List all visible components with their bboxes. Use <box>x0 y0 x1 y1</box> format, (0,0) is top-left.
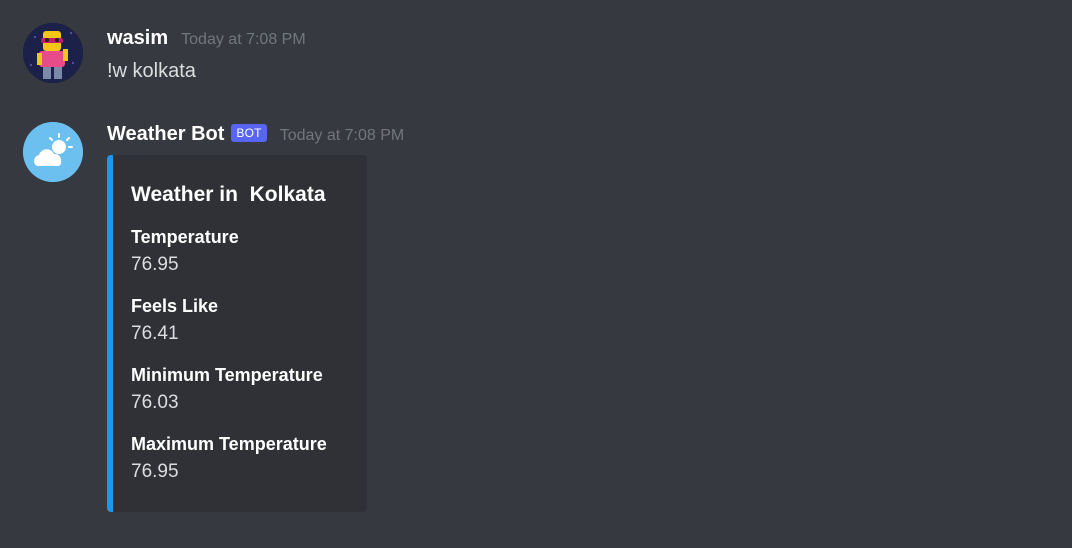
sun-cloud-weather-icon <box>23 122 83 182</box>
bot-badge: BOT <box>231 124 267 142</box>
message-timestamp: Today at 7:08 PM <box>279 127 405 144</box>
embed-field-temperature: Temperature 76.95 <box>131 227 239 276</box>
field-name: Minimum Temperature <box>131 365 323 385</box>
message-wasim: wasim Today at 7:08 PM !w kolkata <box>0 0 1072 100</box>
bot-username[interactable]: Weather Bot <box>107 123 224 146</box>
field-name: Maximum Temperature <box>131 434 327 454</box>
field-name: Temperature <box>131 227 239 247</box>
embed-title: Weather in Kolkata <box>131 183 326 206</box>
field-value: 76.41 <box>131 323 179 344</box>
embed-field-feels-like: Feels Like 76.41 <box>131 296 218 345</box>
field-value: 76.95 <box>131 254 179 275</box>
cartoon-character-avatar-icon <box>23 23 83 83</box>
username[interactable]: wasim <box>107 27 168 50</box>
user-avatar[interactable] <box>23 23 83 83</box>
field-name: Feels Like <box>131 296 219 316</box>
message-text: !w kolkata <box>107 60 196 82</box>
message-timestamp: Today at 7:08 PM <box>181 31 306 48</box>
embed-field-maximum-temperature: Maximum Temperature 76.95 <box>131 434 327 483</box>
bot-avatar[interactable] <box>23 122 83 182</box>
field-value: 76.03 <box>131 392 179 413</box>
field-value: 76.95 <box>131 461 179 482</box>
embed-field-minimum-temperature: Minimum Temperature 76.03 <box>131 365 323 414</box>
weather-embed: Weather in Kolkata Temperature 76.95 Fee… <box>107 155 367 512</box>
